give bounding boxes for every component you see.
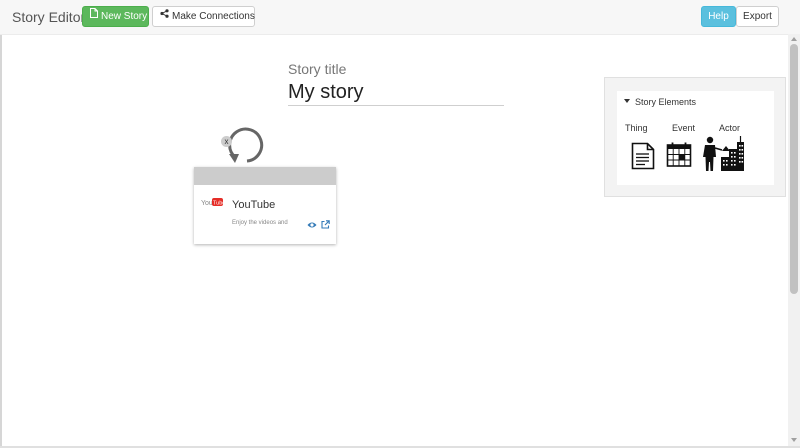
svg-text:Tube: Tube [213, 201, 223, 207]
export-button[interactable]: Export [736, 6, 779, 27]
element-label-event: Event [672, 123, 696, 133]
collapse-caret-icon[interactable] [624, 99, 630, 103]
card-title: YouTube [232, 199, 276, 211]
external-link-icon[interactable] [321, 220, 330, 229]
share-icon [160, 6, 169, 25]
make-connections-label: Make Connections [172, 11, 255, 23]
vertical-scrollbar[interactable] [788, 34, 800, 446]
new-story-button[interactable]: New Story [82, 6, 149, 27]
window-border-left [0, 0, 2, 448]
person-city-icon[interactable] [702, 136, 746, 172]
remove-card-button[interactable]: x [221, 136, 232, 147]
svg-text:You: You [201, 200, 213, 207]
element-label-actor: Actor [719, 123, 741, 133]
document-icon[interactable] [631, 142, 655, 170]
document-icon [90, 6, 98, 25]
story-elements-list: Story Elements Thing Event Actor [617, 91, 774, 185]
story-elements-title[interactable]: Story Elements [635, 97, 696, 107]
story-elements-panel: Story Elements Thing Event Actor [604, 77, 786, 197]
story-title-label: Story title [288, 61, 347, 77]
story-card[interactable]: You Tube YouTube Enjoy the videos and [194, 167, 336, 244]
help-button[interactable]: Help [701, 6, 736, 27]
top-toolbar: Story Editor New Story Make Connections … [0, 0, 800, 35]
new-story-label: New Story [101, 11, 148, 23]
card-description: Enjoy the videos and [232, 220, 288, 226]
make-connections-button[interactable]: Make Connections [152, 6, 255, 27]
card-drag-handle[interactable] [194, 167, 336, 185]
scroll-up-arrow-icon[interactable] [791, 37, 797, 41]
element-label-thing: Thing [625, 123, 648, 133]
scroll-down-arrow-icon[interactable] [791, 438, 797, 442]
youtube-logo-icon: You Tube [201, 198, 223, 207]
story-title-input[interactable] [288, 80, 504, 106]
calendar-icon[interactable] [666, 142, 692, 168]
app-title: Story Editor [12, 9, 86, 25]
rotate-icon[interactable] [220, 127, 264, 167]
scrollbar-thumb[interactable] [790, 44, 798, 294]
eye-icon[interactable] [307, 221, 317, 229]
